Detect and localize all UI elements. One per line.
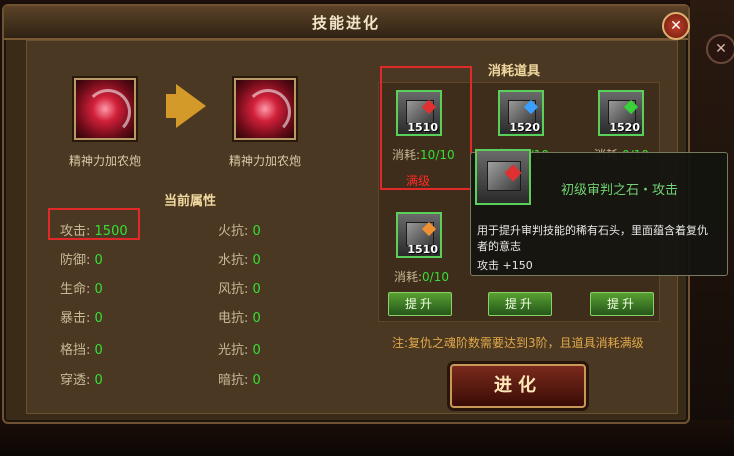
attr-penetration: 穿透: 0 — [60, 373, 103, 388]
attr-defense: 防御: 0 — [60, 253, 103, 268]
tooltip-item-description: 用于提升审判技能的稀有石头，里面蕴含着复仇者的意志 — [477, 224, 708, 253]
tooltip-item-stat: 攻击 +150 — [477, 259, 533, 272]
upgrade-button-1[interactable]: 提升 — [388, 292, 452, 316]
attributes-title: 当前属性 — [164, 194, 217, 209]
upgrade-button-2[interactable]: 提升 — [488, 292, 552, 316]
requirement-note: 注:复仇之魂阶数需要达到3阶，且道具消耗满级 — [392, 336, 644, 350]
tooltip-item-name: 初级审判之石・攻击 — [561, 183, 679, 198]
attr-dark-resist: 暗抗: 0 — [218, 373, 261, 388]
item-1-highlight-box — [380, 66, 472, 190]
upgrade-button-3[interactable]: 提升 — [590, 292, 654, 316]
background-close-icon[interactable]: ✕ — [706, 34, 734, 64]
evolve-button[interactable]: 进化 — [450, 364, 586, 408]
background-scene-bottom — [0, 420, 734, 456]
tooltip-item-icon — [475, 149, 531, 205]
next-skill-name: 精神力加农炮 — [228, 154, 301, 168]
arrow-right-icon — [176, 84, 206, 128]
window-title: 技能进化 — [311, 14, 380, 32]
consumable-item-4-progress: 消耗:0/10 — [394, 270, 449, 284]
attr-fire-resist: 火抗: 0 — [218, 224, 261, 239]
consumable-item-2[interactable]: 1520 — [498, 90, 544, 136]
attr-wind-resist: 风抗: 0 — [218, 282, 261, 297]
consumable-item-3[interactable]: 1520 — [598, 90, 644, 136]
attr-block: 格挡: 0 — [60, 343, 103, 358]
close-button[interactable]: ✕ — [662, 12, 690, 40]
attr-light-resist: 光抗: 0 — [218, 343, 261, 358]
current-skill-icon[interactable] — [74, 78, 136, 140]
consumables-title: 消耗道具 — [488, 64, 541, 79]
attr-crit: 暴击: 0 — [60, 311, 103, 326]
consumable-item-4[interactable]: 1510 — [396, 212, 442, 258]
next-skill-icon[interactable] — [234, 78, 296, 140]
attr-electric-resist: 电抗: 0 — [218, 311, 261, 326]
item-tooltip: 初级审判之石・攻击 用于提升审判技能的稀有石头，里面蕴含着复仇者的意志 攻击 +… — [470, 149, 728, 276]
attr-water-resist: 水抗: 0 — [218, 253, 261, 268]
window-titlebar: 技能进化 — [4, 6, 688, 40]
attr-life: 生命: 0 — [60, 282, 103, 297]
current-skill-name: 精神力加农炮 — [68, 154, 141, 168]
attack-highlight-box — [48, 208, 140, 240]
